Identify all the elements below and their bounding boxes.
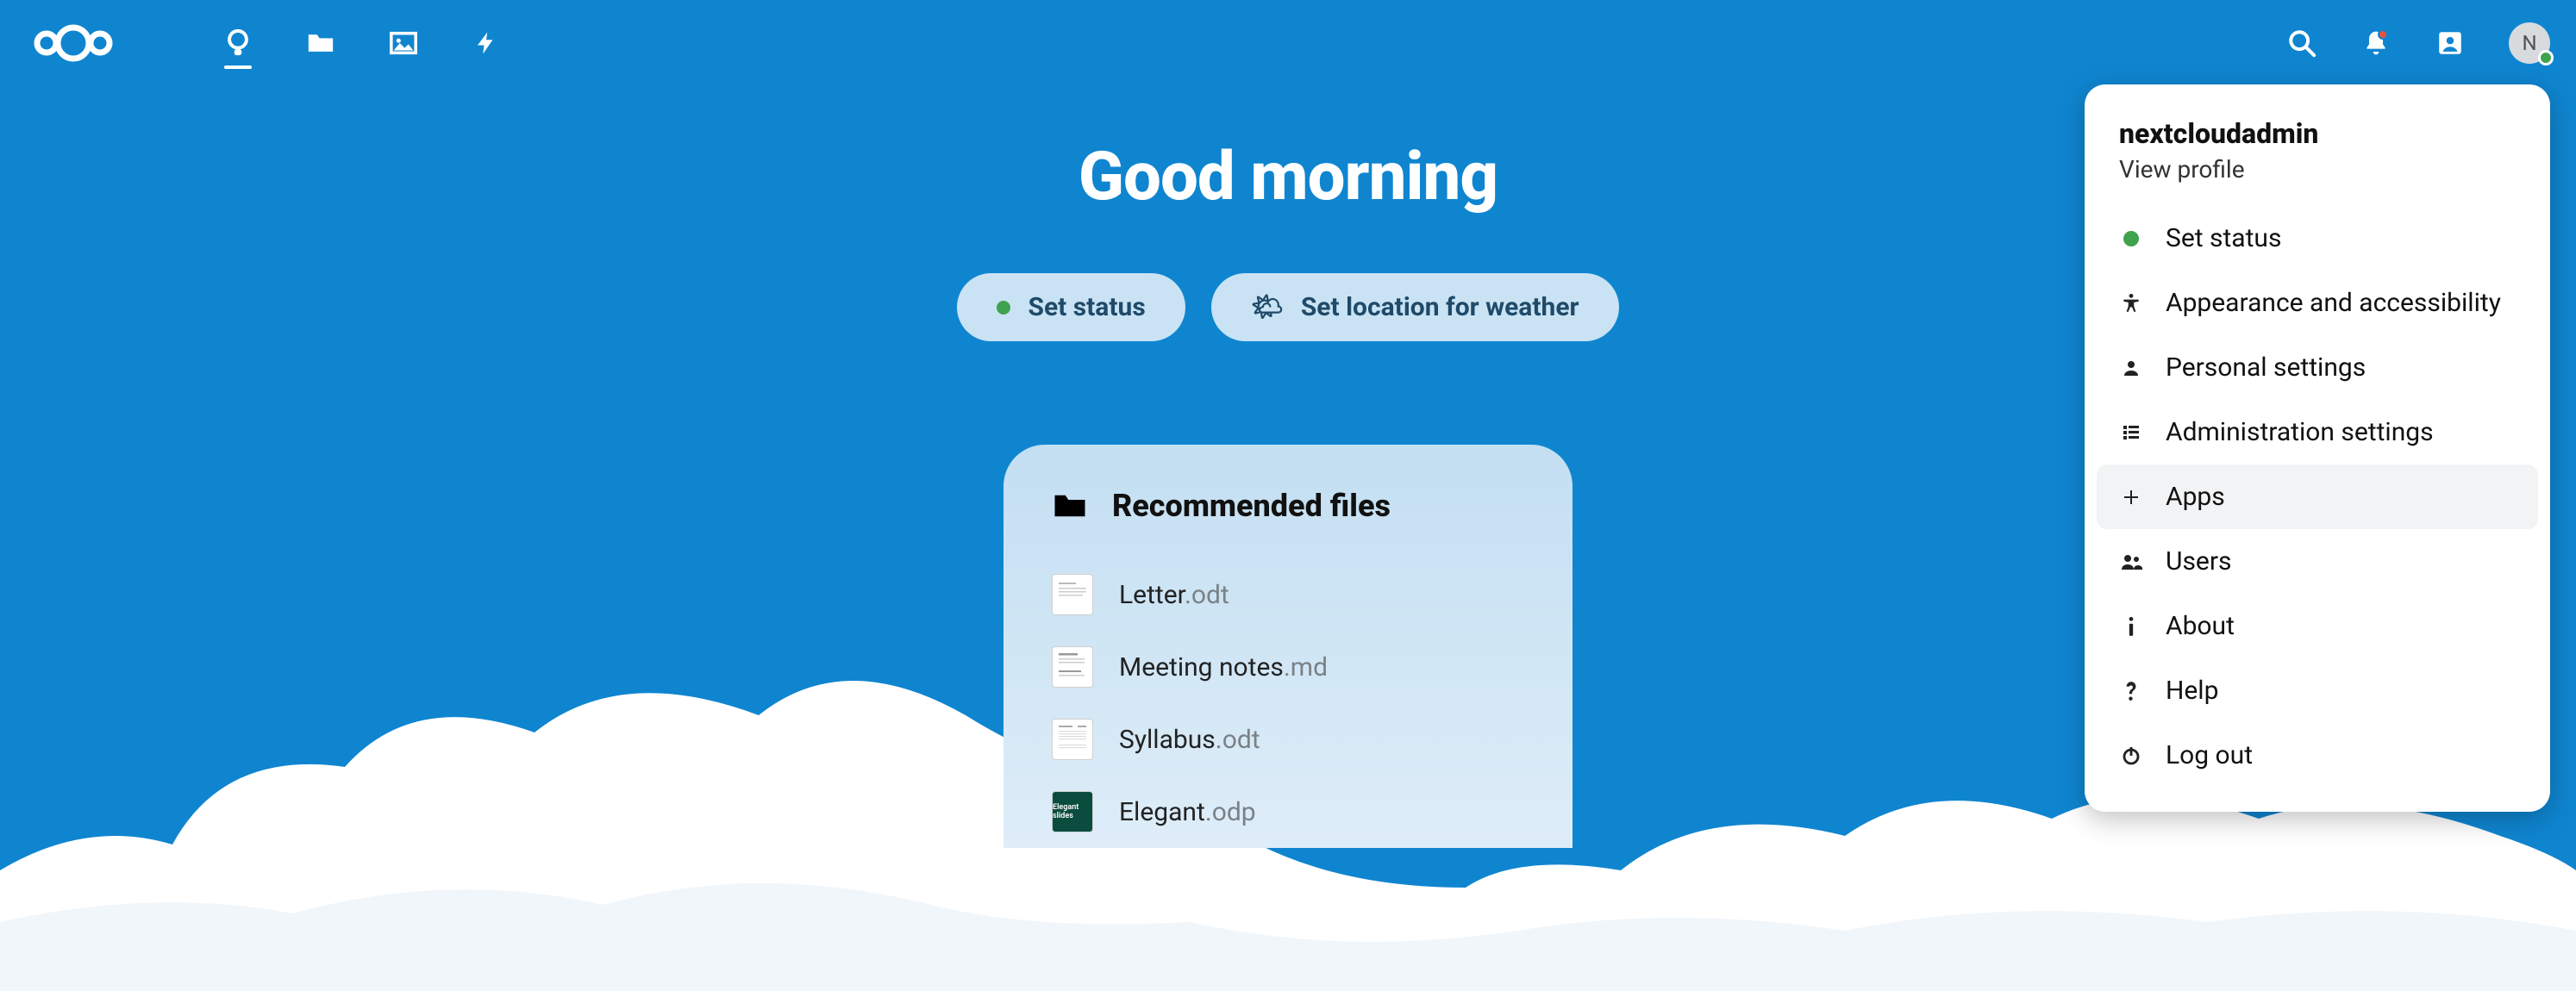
file-name: Elegant.odp: [1119, 797, 1256, 827]
menu-item-label: Users: [2166, 546, 2232, 577]
menu-help[interactable]: Help: [2085, 658, 2550, 723]
notification-badge: [2378, 29, 2388, 40]
file-thumb-notes: [1052, 646, 1093, 688]
info-icon: [2119, 614, 2143, 639]
greeting-title: Good morning: [1079, 138, 1497, 216]
menu-username: nextcloudadmin: [2119, 117, 2516, 150]
help-icon: [2119, 679, 2143, 703]
search-icon[interactable]: [2286, 28, 2317, 59]
notifications-icon[interactable]: [2360, 28, 2392, 59]
set-status-label: Set status: [1028, 292, 1145, 322]
file-item[interactable]: Syllabus.odt: [1052, 703, 1524, 776]
header-right: N: [2286, 22, 2550, 64]
header-left: [26, 22, 502, 65]
menu-apps[interactable]: Apps: [2097, 464, 2538, 529]
menu-admin-settings[interactable]: Administration settings: [2085, 400, 2550, 464]
recommended-title: Recommended files: [1112, 488, 1391, 524]
file-name: Letter.odt: [1119, 580, 1229, 610]
top-header: N: [0, 0, 2576, 86]
menu-profile[interactable]: nextcloudadmin View profile: [2085, 109, 2550, 206]
menu-item-label: Personal settings: [2166, 352, 2366, 383]
nav-files[interactable]: [305, 28, 336, 59]
menu-item-label: Administration settings: [2166, 417, 2434, 447]
menu-appearance[interactable]: Appearance and accessibility: [2085, 271, 2550, 335]
menu-logout[interactable]: Log out: [2085, 723, 2550, 788]
nextcloud-logo[interactable]: [26, 22, 121, 65]
contacts-icon[interactable]: [2435, 28, 2466, 59]
file-thumb-letter: [1052, 574, 1093, 615]
menu-users[interactable]: Users: [2085, 529, 2550, 594]
nav-photos[interactable]: [388, 28, 419, 59]
status-dot-icon: [997, 301, 1010, 315]
folder-icon: [1052, 488, 1088, 524]
file-name: Syllabus.odt: [1119, 725, 1260, 755]
accessibility-icon: [2119, 291, 2143, 315]
avatar-status-dot: [2538, 50, 2554, 65]
menu-set-status[interactable]: Set status: [2085, 206, 2550, 271]
recommended-header: Recommended files: [1052, 488, 1524, 524]
plus-icon: [2119, 485, 2143, 509]
admin-icon: [2119, 421, 2143, 445]
nav-dashboard[interactable]: [222, 28, 253, 59]
menu-item-label: Log out: [2166, 740, 2253, 770]
user-icon: [2119, 356, 2143, 380]
file-name: Meeting notes.md: [1119, 652, 1328, 682]
set-weather-label: Set location for weather: [1301, 292, 1579, 322]
menu-item-label: About: [2166, 611, 2235, 641]
weather-sun-icon: 🌤: [1251, 292, 1284, 322]
menu-view-profile: View profile: [2119, 155, 2516, 184]
power-icon: [2119, 744, 2143, 768]
menu-item-label: Apps: [2166, 482, 2225, 512]
file-item[interactable]: Meeting notes.md: [1052, 631, 1524, 703]
menu-personal-settings[interactable]: Personal settings: [2085, 335, 2550, 400]
menu-item-label: Set status: [2166, 223, 2281, 253]
nav-apps: [222, 28, 502, 59]
file-thumb-syllabus: [1052, 719, 1093, 760]
file-thumb-elegant: Elegant slides: [1052, 791, 1093, 832]
menu-about[interactable]: About: [2085, 594, 2550, 658]
users-icon: [2119, 550, 2143, 574]
recommended-files-card: Recommended files Letter.odt Meeting not…: [1004, 445, 1572, 848]
status-chips: Set status 🌤 Set location for weather: [957, 273, 1618, 341]
file-item[interactable]: Elegant slides Elegant.odp: [1052, 776, 1524, 848]
nav-activity[interactable]: [471, 28, 502, 59]
file-item[interactable]: Letter.odt: [1052, 558, 1524, 631]
avatar-initial: N: [2522, 31, 2536, 55]
user-menu: nextcloudadmin View profile Set status A…: [2085, 84, 2550, 812]
menu-item-label: Help: [2166, 676, 2218, 706]
user-avatar[interactable]: N: [2509, 22, 2550, 64]
set-status-chip[interactable]: Set status: [957, 273, 1185, 341]
menu-item-label: Appearance and accessibility: [2166, 288, 2501, 318]
set-weather-chip[interactable]: 🌤 Set location for weather: [1211, 273, 1619, 341]
status-dot-icon: [2119, 227, 2143, 251]
